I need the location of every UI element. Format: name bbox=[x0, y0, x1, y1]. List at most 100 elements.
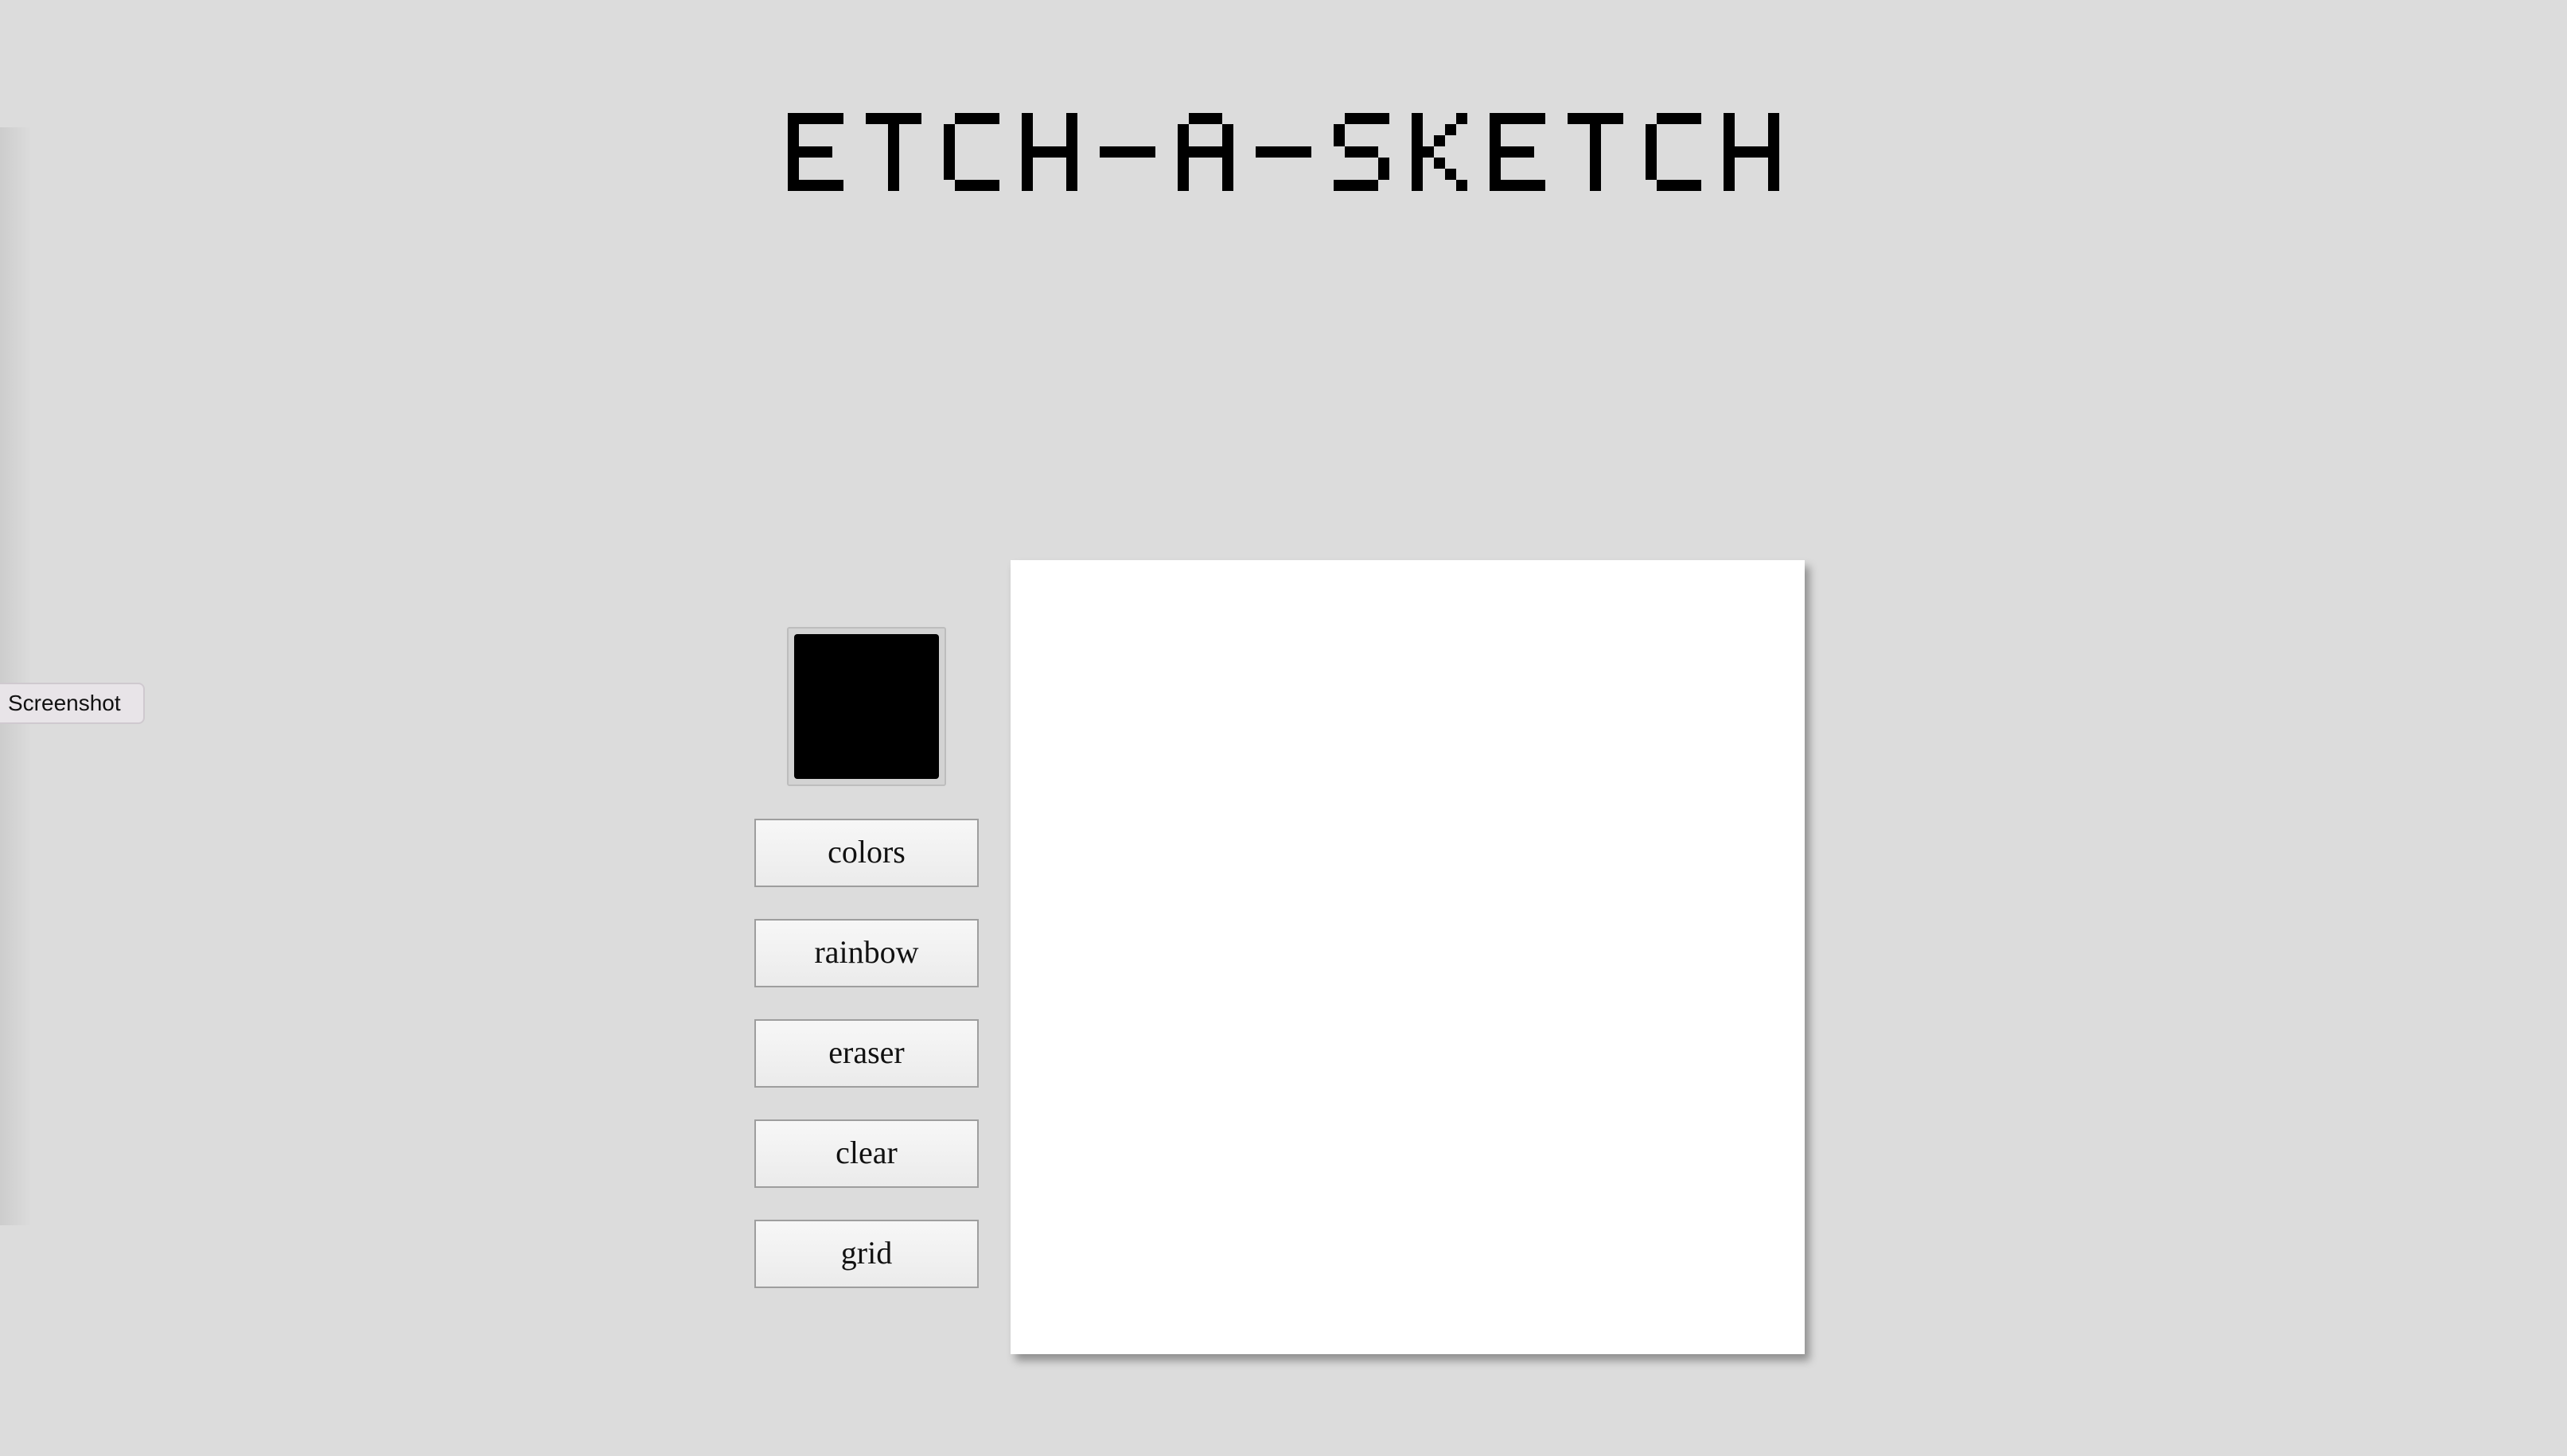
title-pixel bbox=[799, 180, 810, 191]
title-pixel bbox=[1178, 158, 1189, 169]
title-pixel bbox=[1668, 180, 1679, 191]
title-pixel bbox=[1222, 169, 1233, 180]
title-pixel bbox=[1768, 169, 1779, 180]
sketch-canvas[interactable] bbox=[1011, 560, 1805, 1354]
color-swatch bbox=[794, 634, 939, 779]
grid-button[interactable]: grid bbox=[754, 1220, 979, 1288]
title-pixel bbox=[1378, 169, 1389, 180]
title-pixel bbox=[1579, 113, 1590, 124]
title-pixel bbox=[1122, 146, 1133, 158]
title-pixel bbox=[1100, 146, 1111, 158]
title-pixel bbox=[1724, 146, 1735, 158]
title-pixel bbox=[1724, 124, 1735, 135]
title-pixel bbox=[1345, 180, 1356, 191]
title-pixel bbox=[1512, 146, 1523, 158]
title-pixel bbox=[888, 169, 899, 180]
title-pixel bbox=[1456, 180, 1467, 191]
title-pixel bbox=[788, 158, 799, 169]
title-pixel bbox=[1512, 180, 1523, 191]
title-pixel bbox=[1033, 146, 1044, 158]
title-pixel bbox=[1512, 113, 1523, 124]
title-pixel bbox=[1412, 146, 1423, 158]
clear-button[interactable]: clear bbox=[754, 1119, 979, 1188]
title-pixel bbox=[1534, 180, 1545, 191]
eraser-button[interactable]: eraser bbox=[754, 1019, 979, 1088]
title-pixel bbox=[1222, 158, 1233, 169]
title-pixel bbox=[1490, 169, 1501, 180]
title-pixel bbox=[1434, 135, 1445, 146]
title-pixel bbox=[1367, 146, 1378, 158]
title-pixel bbox=[977, 113, 988, 124]
title-pixel bbox=[832, 113, 843, 124]
page-title-pixel-text bbox=[788, 113, 1779, 191]
title-pixel bbox=[821, 113, 832, 124]
screenshot-tab-button[interactable]: Screenshot bbox=[0, 683, 145, 724]
title-pixel bbox=[1222, 124, 1233, 135]
title-pixel bbox=[1178, 135, 1189, 146]
title-pixel bbox=[1345, 113, 1356, 124]
title-pixel bbox=[1189, 146, 1200, 158]
title-pixel bbox=[955, 113, 966, 124]
title-pixel bbox=[1735, 146, 1746, 158]
title-pixel bbox=[788, 146, 799, 158]
title-pixel bbox=[888, 113, 899, 124]
title-pixel bbox=[1690, 180, 1701, 191]
title-pixel bbox=[1590, 180, 1601, 191]
title-pixel bbox=[1445, 169, 1456, 180]
title-pixel bbox=[899, 113, 910, 124]
page-title: ETCH-A-SKETCH bbox=[0, 111, 2567, 197]
title-pixel bbox=[1490, 135, 1501, 146]
title-pixel bbox=[1768, 146, 1779, 158]
title-pixel bbox=[1367, 113, 1378, 124]
title-pixel bbox=[1501, 113, 1512, 124]
title-pixel bbox=[1378, 158, 1389, 169]
title-pixel bbox=[1490, 124, 1501, 135]
title-pixel bbox=[1490, 113, 1501, 124]
title-pixel bbox=[1679, 113, 1690, 124]
title-pixel bbox=[1668, 113, 1679, 124]
title-pixel bbox=[1044, 146, 1055, 158]
title-pixel bbox=[1066, 169, 1077, 180]
title-pixel bbox=[1222, 146, 1233, 158]
title-pixel bbox=[944, 146, 955, 158]
title-pixel bbox=[1679, 180, 1690, 191]
left-edge-shadow bbox=[0, 127, 32, 1225]
title-pixel bbox=[1066, 135, 1077, 146]
title-pixel bbox=[1300, 146, 1311, 158]
title-pixel bbox=[1334, 135, 1345, 146]
title-pixel bbox=[1066, 124, 1077, 135]
title-pixel bbox=[1646, 158, 1657, 169]
title-pixel bbox=[1768, 113, 1779, 124]
title-pixel bbox=[1022, 158, 1033, 169]
title-pixel bbox=[944, 135, 955, 146]
title-pixel bbox=[1445, 124, 1456, 135]
title-pixel bbox=[788, 135, 799, 146]
title-pixel bbox=[1412, 124, 1423, 135]
title-pixel bbox=[1523, 146, 1534, 158]
title-pixel bbox=[1590, 113, 1601, 124]
title-pixel bbox=[1523, 180, 1534, 191]
title-pixel bbox=[1490, 180, 1501, 191]
title-pixel bbox=[1423, 146, 1434, 158]
title-pixel bbox=[821, 180, 832, 191]
title-pixel bbox=[810, 113, 821, 124]
title-pixel bbox=[788, 113, 799, 124]
title-pixel bbox=[966, 180, 977, 191]
color-picker[interactable] bbox=[787, 627, 946, 786]
title-pixel bbox=[1267, 146, 1278, 158]
rainbow-button[interactable]: rainbow bbox=[754, 919, 979, 987]
title-pixel bbox=[888, 158, 899, 169]
title-pixel bbox=[1746, 146, 1757, 158]
title-pixel bbox=[1022, 124, 1033, 135]
title-pixel bbox=[1501, 146, 1512, 158]
title-pixel bbox=[1111, 146, 1122, 158]
title-pixel bbox=[1378, 113, 1389, 124]
title-pixel bbox=[1278, 146, 1289, 158]
title-pixel bbox=[1356, 180, 1367, 191]
title-pixel bbox=[1724, 169, 1735, 180]
colors-button[interactable]: colors bbox=[754, 819, 979, 887]
title-pixel bbox=[1211, 113, 1222, 124]
title-pixel bbox=[1590, 169, 1601, 180]
title-pixel bbox=[788, 124, 799, 135]
title-pixel bbox=[1211, 146, 1222, 158]
